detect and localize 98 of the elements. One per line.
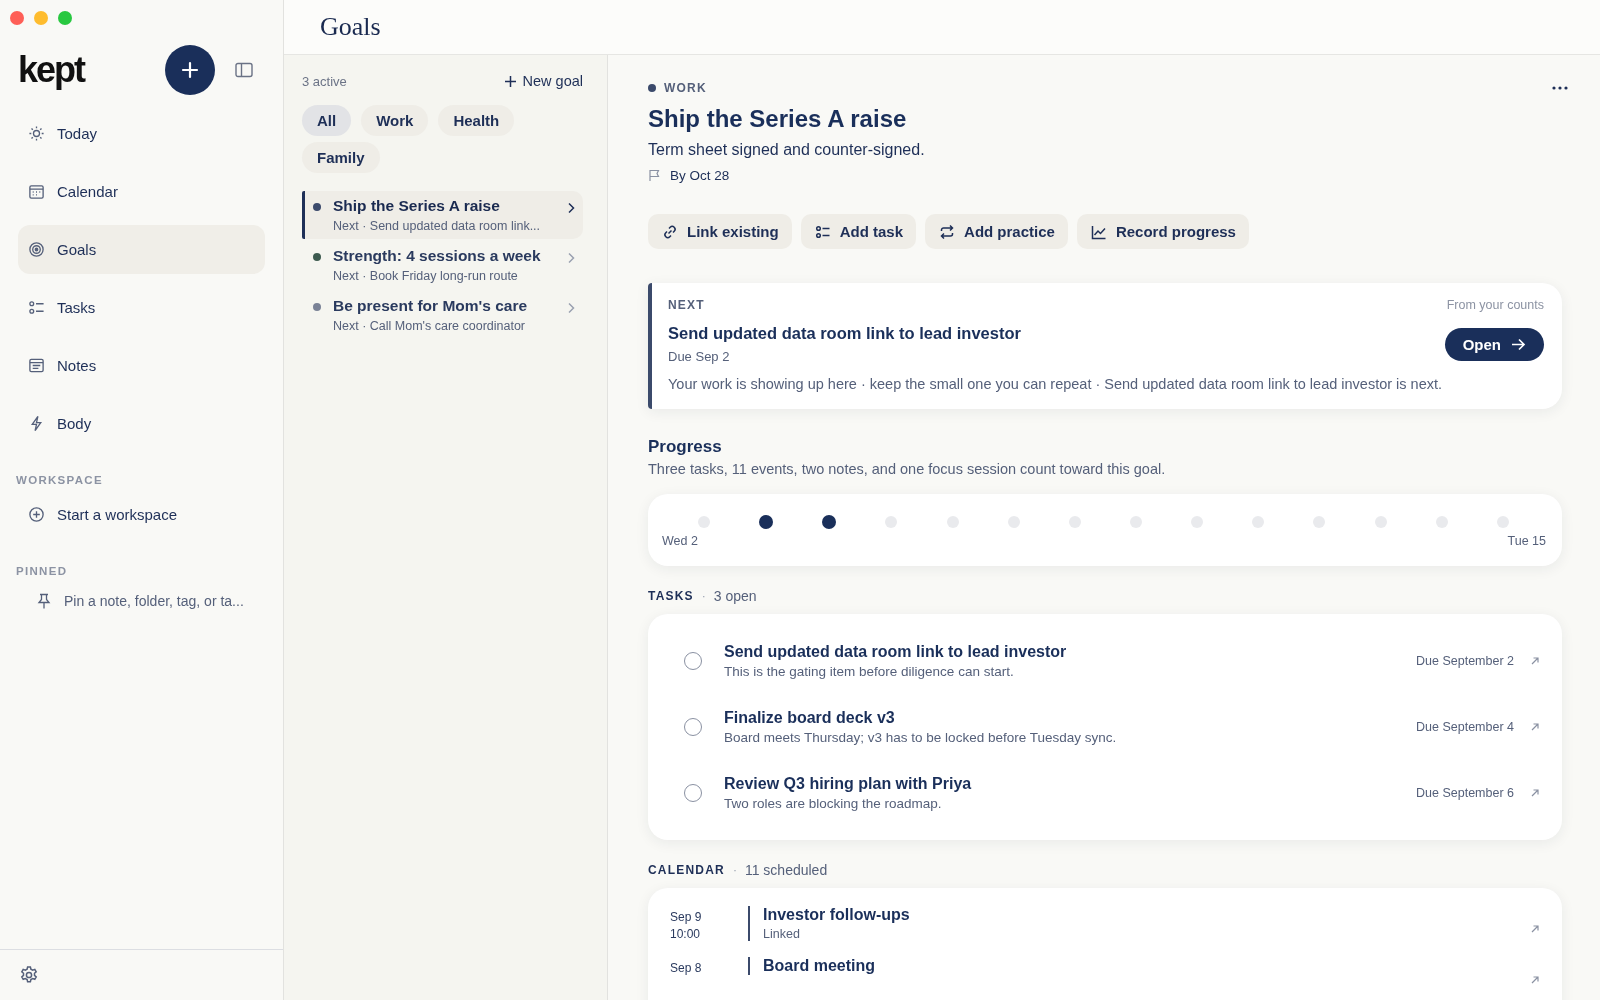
zoom-window-button[interactable] (58, 11, 72, 25)
event-title: Board meeting (763, 957, 876, 975)
calendar-count: 11 scheduled (744, 862, 828, 878)
external-link-icon[interactable] (1530, 975, 1540, 985)
plus-icon (503, 74, 517, 88)
arrow-right-icon (1511, 337, 1526, 351)
external-link-icon[interactable] (1530, 924, 1540, 934)
open-button[interactable]: Open (1444, 327, 1544, 361)
plus-icon (181, 61, 199, 79)
next-task-title: Send updated data room link to lead investor (668, 324, 1021, 343)
app-logo: kept (18, 49, 85, 91)
link-icon (662, 223, 678, 240)
start-workspace-link[interactable]: Start a workspace (18, 490, 265, 539)
bolt-icon (28, 415, 45, 432)
filter-chip[interactable]: Family (302, 142, 380, 173)
close-window-button[interactable] (10, 11, 24, 25)
filter-chip[interactable]: All (302, 105, 352, 136)
checklist-icon (814, 223, 831, 240)
tasks-count: 3 open (713, 588, 757, 604)
category-dot (648, 84, 656, 92)
settings-icon[interactable] (19, 965, 39, 985)
nav-item[interactable]: Notes (18, 341, 265, 390)
task-title: Review Q3 hiring plan with Priya (724, 775, 973, 793)
pin-field[interactable]: Pin a note, folder, tag, or ta... (18, 581, 265, 621)
section-heading: PINNED (16, 565, 69, 577)
action-button[interactable]: Record progress (1076, 214, 1249, 249)
calendar-heading: CALENDAR (648, 863, 725, 877)
goal-next-step: Next · Book Friday long-run route (333, 269, 567, 283)
event-date: Sep 9 (670, 910, 703, 924)
calendar-icon (28, 183, 45, 200)
end-date: Tue 15 (1507, 534, 1546, 548)
task-title: Finalize board deck v3 (724, 709, 896, 727)
chevron-right-icon (567, 252, 575, 264)
separator-dot: · (732, 863, 737, 877)
flag-icon (648, 169, 661, 182)
event-title: Investor follow-ups (763, 906, 911, 924)
nav-item[interactable]: Calendar (18, 167, 265, 216)
nav-item[interactable]: Today (18, 109, 265, 158)
filter-chip[interactable]: Health (438, 105, 515, 136)
nav-item[interactable]: Body (18, 399, 265, 448)
minimize-window-button[interactable] (34, 11, 48, 25)
goal-heading: Ship the Series A raise (648, 105, 908, 133)
goal-next-step: Next · Send updated data room link... (333, 219, 567, 233)
deadline-text: By Oct 28 (670, 168, 730, 183)
next-task-due: Due Sep 2 (668, 349, 731, 364)
section-heading: WORKSPACE (16, 474, 104, 486)
action-button[interactable]: Add task (800, 214, 917, 249)
separator-dot: · (701, 589, 706, 603)
page-title: Goals (320, 12, 381, 42)
add-circle-icon (28, 506, 45, 523)
event-date: Sep 8 (670, 961, 703, 975)
repeat-icon (939, 223, 956, 240)
task-due-date: Due September 2 (1416, 654, 1514, 668)
nav-item[interactable]: Tasks (18, 283, 265, 332)
source-note: From your counts (1446, 298, 1544, 312)
goal-item[interactable]: Strength: 4 sessions a week Next · Book Friday long-run route (302, 241, 583, 289)
task-note: Board meets Thursday; v3 has to be locked before Tuesday sync. (724, 730, 1118, 745)
category-label: WORK (664, 81, 707, 95)
task-title: Send updated data room link to lead investor (724, 643, 1068, 661)
task-note: Two roles are blocking the roadmap. (724, 796, 943, 811)
checklist-icon (28, 299, 45, 316)
chevron-right-icon (567, 302, 575, 314)
active-count: 3 active (302, 73, 347, 89)
more-icon[interactable] (1552, 86, 1568, 90)
goal-item[interactable]: Ship the Series A raise Next · Send updated data room link... (302, 191, 583, 239)
add-button[interactable] (165, 45, 215, 95)
chevron-right-icon (567, 202, 575, 214)
goal-title: Ship the Series A raise (333, 197, 501, 215)
next-label: NEXT (668, 298, 705, 312)
start-date: Wed 2 (662, 534, 698, 548)
external-link-icon[interactable] (1530, 788, 1540, 798)
goal-next-step: Next · Call Mom's care coordinator (333, 319, 567, 333)
target-icon (28, 241, 45, 258)
goal-item[interactable]: Be present for Mom's care Next · Call Mom's care coordinator (302, 291, 583, 339)
progress-heading: Progress (648, 437, 723, 457)
event-status: Linked (763, 927, 801, 941)
chart-icon (1090, 223, 1107, 240)
action-button[interactable]: Add practice (925, 214, 1068, 249)
notes-icon (28, 357, 45, 374)
task-note: This is the gating item before diligence can start. (724, 664, 1015, 679)
external-link-icon[interactable] (1530, 656, 1540, 666)
progress-description: Three tasks, 11 events, two notes, and one focus session count toward this goal. (648, 461, 1167, 477)
next-message: Your work is showing up here · keep the small one you can repeat · Send updated data room link to lead investor is next. (668, 376, 1444, 392)
goal-title: Be present for Mom's care (333, 297, 529, 315)
task-due-date: Due September 4 (1416, 720, 1514, 734)
tasks-heading: TASKS (648, 589, 694, 603)
sidebar-toggle-icon[interactable] (235, 62, 253, 78)
event-time: 10:00 (670, 927, 702, 941)
goal-outcome: Term sheet signed and counter-signed. (648, 141, 926, 159)
action-button[interactable]: Link existing (648, 214, 792, 249)
pin-icon (36, 592, 52, 610)
sun-icon (28, 125, 45, 142)
task-due-date: Due September 6 (1416, 786, 1514, 800)
external-link-icon[interactable] (1530, 722, 1540, 732)
filter-chip[interactable]: Work (361, 105, 429, 136)
goal-title: Strength: 4 sessions a week (333, 247, 542, 265)
nav-item[interactable]: Goals (18, 225, 265, 274)
new-goal-button[interactable]: New goal (503, 73, 583, 89)
